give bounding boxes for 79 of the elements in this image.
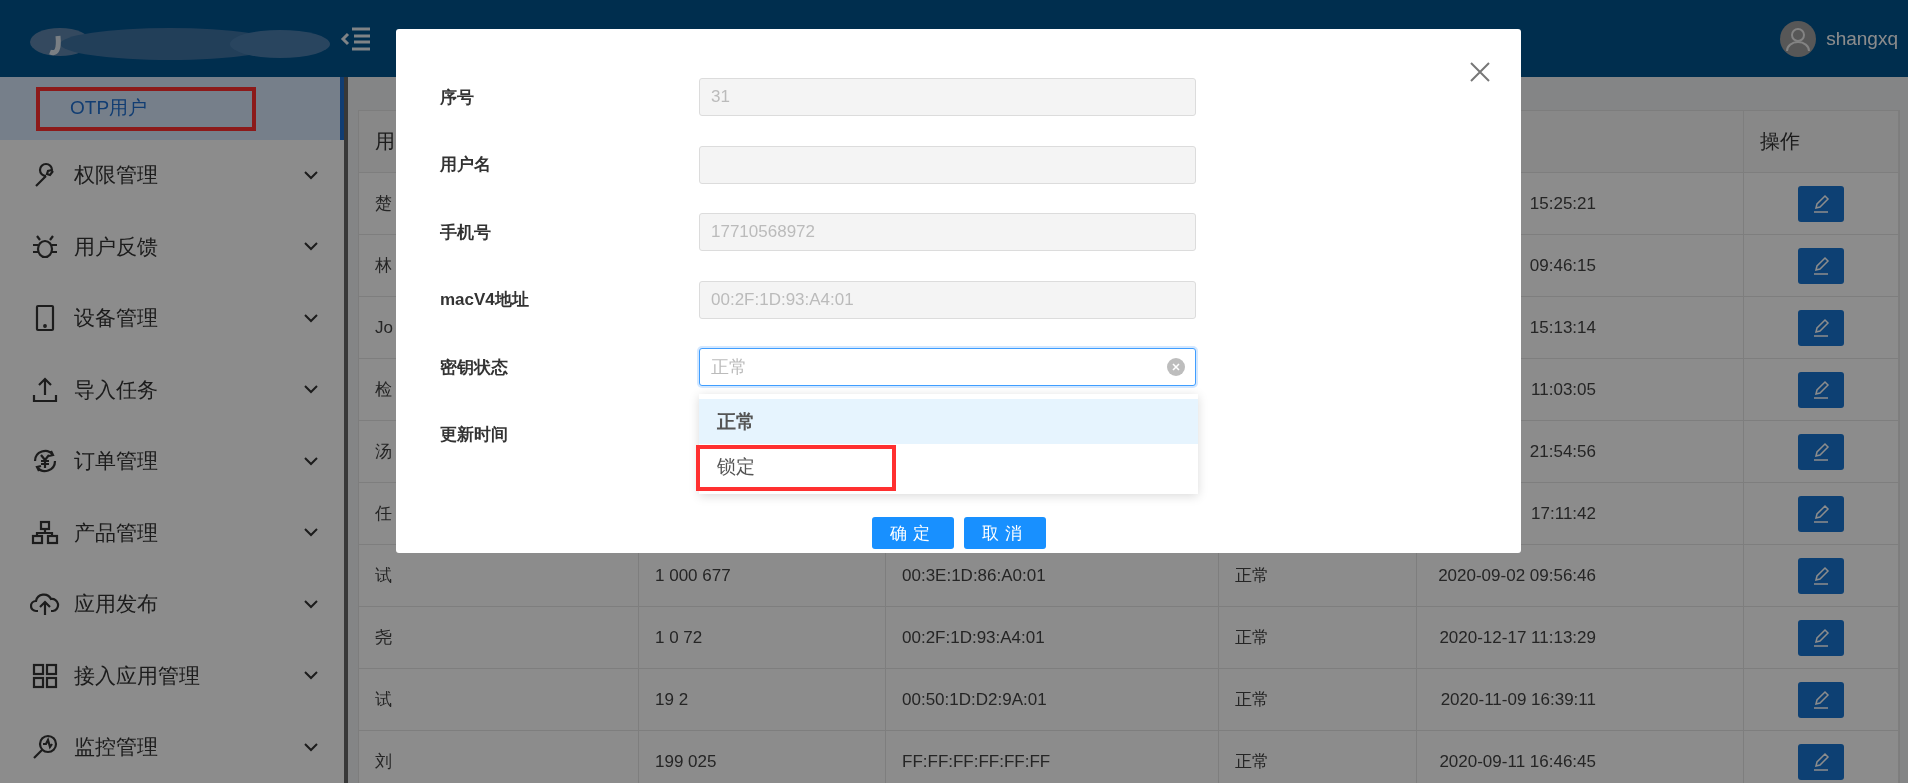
table-cell: 15:25:21 bbox=[1529, 193, 1596, 214]
table-cell: 21:54:56 bbox=[1529, 441, 1596, 462]
table-cell-text: 任 bbox=[375, 503, 392, 525]
chevron-down-icon bbox=[304, 599, 318, 609]
pencil-icon bbox=[1811, 193, 1831, 214]
table-cell: 19 2 bbox=[655, 689, 689, 710]
table-cell-text: 正常 bbox=[1235, 565, 1269, 587]
column-header: 操作 bbox=[1760, 129, 1800, 154]
edit-button[interactable] bbox=[1798, 185, 1844, 222]
table-cell: 17:11:42 bbox=[1531, 503, 1596, 524]
menu-fold-icon[interactable] bbox=[340, 25, 372, 52]
dropdown-option[interactable]: 锁定 bbox=[699, 444, 1198, 489]
table-cell-text: 试 bbox=[375, 565, 392, 587]
dialog-button[interactable]: 确定 bbox=[871, 517, 954, 549]
table-cell-text: 尧 bbox=[375, 627, 392, 649]
edit-button[interactable] bbox=[1798, 619, 1844, 656]
table-cell-text: 检 bbox=[375, 379, 392, 401]
table-cell: 1 0 72 bbox=[655, 627, 703, 648]
table-cell: 1 000 677 bbox=[655, 565, 731, 586]
clear-icon[interactable] bbox=[1167, 358, 1185, 376]
sidebar-item[interactable]: OTP用户 bbox=[0, 77, 344, 140]
table-cell: 199 025 bbox=[655, 751, 717, 772]
chevron-down-icon bbox=[304, 742, 318, 752]
table-cell: 2020-11-09 16:39:11 bbox=[1440, 689, 1596, 710]
table-cell-text: 刘 bbox=[375, 751, 392, 773]
table-cell: 2020-12-17 11:13:29 bbox=[1439, 627, 1596, 648]
table-cell-text: 试 bbox=[375, 689, 392, 711]
select-field[interactable]: 正常 bbox=[699, 348, 1196, 386]
edit-button[interactable] bbox=[1798, 371, 1844, 408]
table-cell-text: 正常 bbox=[1235, 627, 1269, 649]
field-label: 手机号 bbox=[440, 221, 492, 244]
pencil-icon bbox=[1811, 751, 1831, 772]
table-cell: Jo bbox=[375, 317, 393, 338]
chevron-down-icon bbox=[304, 385, 318, 395]
pencil-icon bbox=[1811, 317, 1831, 338]
table-cell: 11:03:05 bbox=[1531, 379, 1596, 400]
edit-button[interactable] bbox=[1798, 433, 1844, 470]
chevron-down-icon bbox=[304, 528, 318, 538]
field-label: macV4地址 bbox=[440, 289, 530, 311]
table-cell: FF:FF:FF:FF:FF:FF bbox=[902, 751, 1051, 772]
avatar-icon[interactable] bbox=[1780, 20, 1817, 57]
field-label: 更新时间 bbox=[440, 424, 509, 446]
pencil-icon bbox=[1811, 379, 1831, 400]
table-cell-text: 林 bbox=[375, 255, 392, 277]
table-cell: 00:50:1D:D2:9A:01 bbox=[902, 689, 1047, 710]
table-cell-text: 正常 bbox=[1235, 689, 1269, 711]
chevron-down-icon bbox=[304, 170, 318, 180]
dialog-button[interactable]: 取消 bbox=[963, 517, 1046, 549]
field-label: 序号 bbox=[440, 86, 475, 109]
edit-button[interactable] bbox=[1798, 557, 1844, 594]
table-cell-text: 楚 bbox=[375, 193, 392, 215]
pencil-icon bbox=[1811, 689, 1831, 710]
table-cell: 15:13:14 bbox=[1529, 317, 1596, 338]
dropdown-option[interactable]: 正常 bbox=[699, 399, 1198, 444]
pencil-icon bbox=[1811, 627, 1831, 648]
chevron-down-icon bbox=[304, 456, 318, 466]
table-cell: 2020-09-02 09:56:46 bbox=[1438, 565, 1596, 586]
chevron-down-icon bbox=[304, 671, 318, 681]
table-cell: 2020-09-11 16:46:45 bbox=[1439, 751, 1596, 772]
pencil-icon bbox=[1811, 441, 1831, 462]
edit-button[interactable] bbox=[1798, 743, 1844, 780]
table-cell: 00:3E:1D:86:A0:01 bbox=[902, 565, 1046, 586]
pencil-icon bbox=[1811, 565, 1831, 586]
field-label: 密钥状态 bbox=[440, 356, 509, 379]
column-header: 用 bbox=[375, 129, 395, 154]
table-cell-text: 正常 bbox=[1235, 751, 1269, 773]
table-cell-text: 汤 bbox=[375, 441, 392, 463]
edit-button[interactable] bbox=[1798, 309, 1844, 346]
field-label: 用户名 bbox=[440, 154, 492, 176]
user-name[interactable]: shangxq bbox=[1826, 27, 1898, 50]
table-cell: 00:2F:1D:93:A4:01 bbox=[902, 627, 1045, 648]
table-cell: 09:46:15 bbox=[1529, 255, 1596, 276]
pencil-icon bbox=[1811, 255, 1831, 276]
chevron-down-icon bbox=[304, 242, 318, 252]
edit-button[interactable] bbox=[1798, 247, 1844, 284]
edit-button[interactable] bbox=[1798, 495, 1844, 532]
edit-button[interactable] bbox=[1798, 681, 1844, 718]
pencil-icon bbox=[1811, 503, 1831, 524]
chevron-down-icon bbox=[304, 313, 318, 323]
